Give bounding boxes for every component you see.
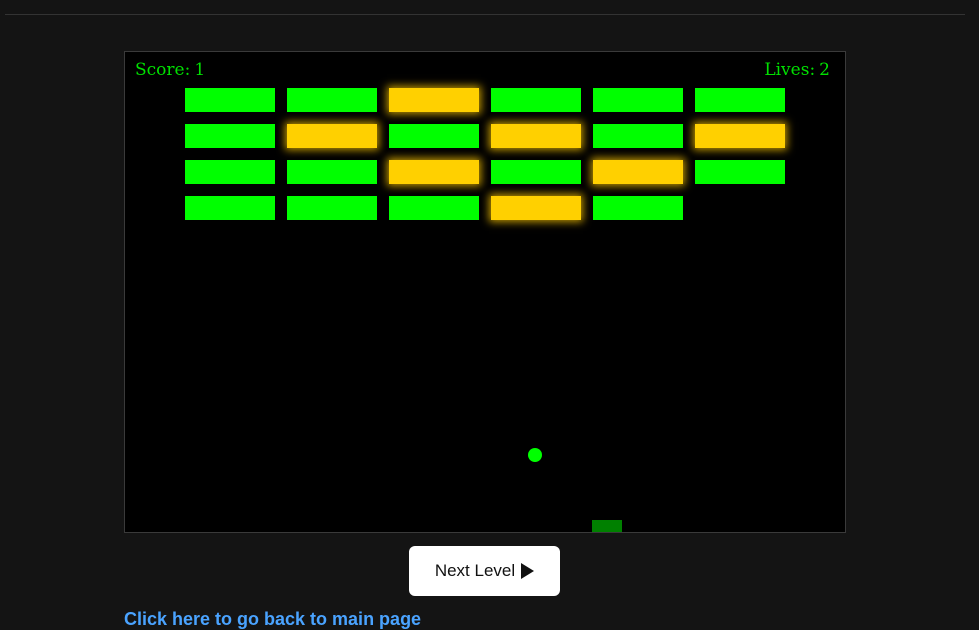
lives-display: Lives: 2 [764, 60, 830, 80]
brick-highlighted [389, 88, 479, 112]
lives-value: 2 [819, 60, 830, 80]
brick [287, 196, 377, 220]
brick [593, 124, 683, 148]
play-icon [521, 563, 535, 579]
paddle[interactable] [592, 520, 622, 532]
game-canvas[interactable]: Score: 1 Lives: 2 [124, 51, 846, 533]
score-display: Score: 1 [135, 60, 205, 80]
brick-highlighted [491, 124, 581, 148]
brick [287, 160, 377, 184]
brick-highlighted [695, 124, 785, 148]
brick-highlighted [287, 124, 377, 148]
score-value: 1 [194, 60, 206, 80]
brick [185, 160, 275, 184]
brick-highlighted [491, 196, 581, 220]
brick-highlighted [593, 160, 683, 184]
brick [389, 124, 479, 148]
brick [287, 88, 377, 112]
brick [695, 160, 785, 184]
top-divider [5, 14, 965, 15]
brick [491, 160, 581, 184]
brick [695, 88, 785, 112]
back-to-main-link[interactable]: Click here to go back to main page [124, 609, 421, 630]
ball [528, 448, 542, 462]
lives-label: Lives: [764, 60, 816, 80]
brick [185, 88, 275, 112]
brick [593, 196, 683, 220]
brick [185, 196, 275, 220]
score-label: Score: [135, 60, 191, 80]
next-level-button[interactable]: Next Level [409, 546, 560, 596]
brick-highlighted [389, 160, 479, 184]
brick [491, 88, 581, 112]
brick [185, 124, 275, 148]
next-level-label: Next Level [434, 561, 516, 580]
brick [389, 196, 479, 220]
brick [593, 88, 683, 112]
